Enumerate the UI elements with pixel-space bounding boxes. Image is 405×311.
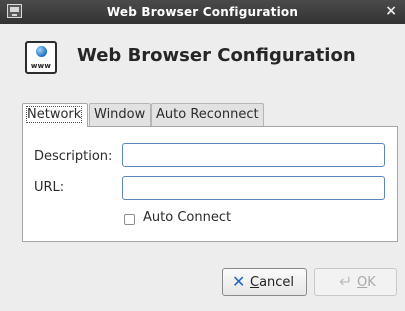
auto-connect-label[interactable]: Auto Connect — [143, 210, 231, 225]
url-label: URL: — [34, 180, 65, 195]
description-field[interactable] — [122, 143, 385, 167]
tab-window[interactable]: Window — [89, 103, 151, 126]
auto-connect-checkbox[interactable] — [124, 214, 135, 225]
www-caption: www — [30, 62, 52, 70]
window-title: Web Browser Configuration — [106, 5, 299, 19]
description-label: Description: — [34, 149, 113, 164]
close-icon[interactable]: × — [385, 3, 397, 19]
cancel-x-icon: ✕ — [232, 272, 246, 291]
globe-icon — [36, 46, 47, 57]
tab-network[interactable]: Network — [22, 103, 88, 127]
tab-window-label: Window — [94, 107, 146, 122]
cancel-button[interactable]: ✕ Cancel — [222, 268, 307, 296]
title-bar[interactable]: Web Browser Configuration × — [0, 0, 405, 24]
url-field[interactable] — [122, 176, 385, 200]
ok-button-label: OK — [357, 275, 376, 290]
tab-network-label: Network — [25, 106, 83, 123]
cancel-button-label: Cancel — [250, 275, 295, 290]
page-title: Web Browser Configuration — [77, 45, 356, 66]
tab-auto-reconnect[interactable]: Auto Reconnect — [151, 103, 264, 126]
enter-arrow-icon: ↵ — [339, 272, 353, 291]
ok-button[interactable]: ↵ OK — [314, 268, 397, 296]
www-globe-icon: www — [25, 41, 57, 74]
tab-auto-reconnect-label: Auto Reconnect — [156, 107, 259, 122]
network-tab-panel: Description: URL: Auto Connect — [22, 126, 398, 242]
